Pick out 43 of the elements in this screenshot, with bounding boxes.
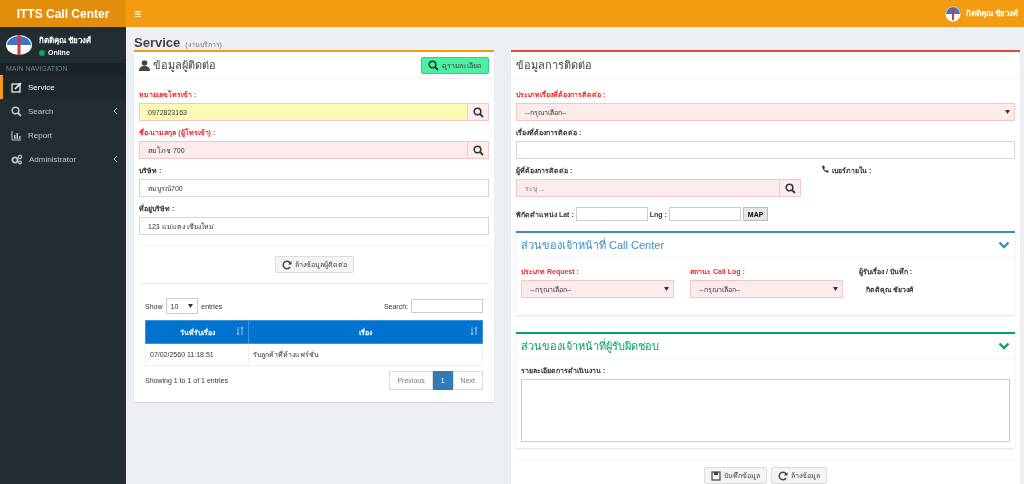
logo-icon xyxy=(944,5,961,22)
nav-item[interactable]: Report xyxy=(0,123,126,147)
page-title: Service xyxy=(134,35,181,50)
status-dot-icon xyxy=(39,49,45,56)
nav-item[interactable]: Search xyxy=(0,99,126,123)
caret-down-icon xyxy=(188,304,194,308)
edit-icon xyxy=(11,81,22,93)
subject-field[interactable] xyxy=(516,141,1015,159)
panel-title: ข้อมูลการติดต่อ xyxy=(516,58,592,74)
chevron-left-icon xyxy=(113,107,118,115)
search-icon xyxy=(472,144,484,156)
caret-down-icon xyxy=(833,287,838,291)
nav-item[interactable]: Service xyxy=(0,75,126,99)
section-title: ส่วนของเจ้าหน้าที่ Call Center xyxy=(521,236,665,253)
search-icon xyxy=(11,105,22,117)
search-field[interactable] xyxy=(411,299,483,313)
user-icon xyxy=(139,59,150,71)
refresh-icon xyxy=(778,470,788,481)
search-icon xyxy=(472,106,484,118)
gears-icon xyxy=(11,153,23,165)
section-title: ส่วนของเจ้าหน้าที่ผู้รับผิดชอบ xyxy=(521,337,659,355)
user-name: กิตติคุณ ชัยวงศ์ xyxy=(39,34,92,47)
chevron-left-icon xyxy=(113,155,118,163)
app-brand: ITTS Call Center xyxy=(0,0,126,27)
nav-item[interactable]: Administrator xyxy=(0,147,126,171)
caret-down-icon xyxy=(664,287,669,291)
sort-icon xyxy=(471,327,478,336)
chevron-down-icon xyxy=(998,241,1010,249)
phone-icon xyxy=(821,165,829,173)
panel-title: ข้อมูลผู้ติดต่อ xyxy=(153,58,216,74)
lng-field[interactable] xyxy=(668,207,741,221)
lat-field[interactable] xyxy=(575,207,648,221)
search-button[interactable] xyxy=(468,103,489,121)
search-icon xyxy=(428,59,439,71)
chevron-down-icon xyxy=(998,342,1010,350)
sort-icon xyxy=(237,327,244,336)
details-textarea[interactable] xyxy=(521,379,1010,442)
bar-chart-icon xyxy=(11,129,22,141)
refresh-icon xyxy=(281,259,292,270)
search-icon xyxy=(784,182,796,194)
search-button[interactable] xyxy=(780,179,801,197)
search-button[interactable] xyxy=(468,141,489,159)
caret-down-icon xyxy=(1005,110,1010,114)
